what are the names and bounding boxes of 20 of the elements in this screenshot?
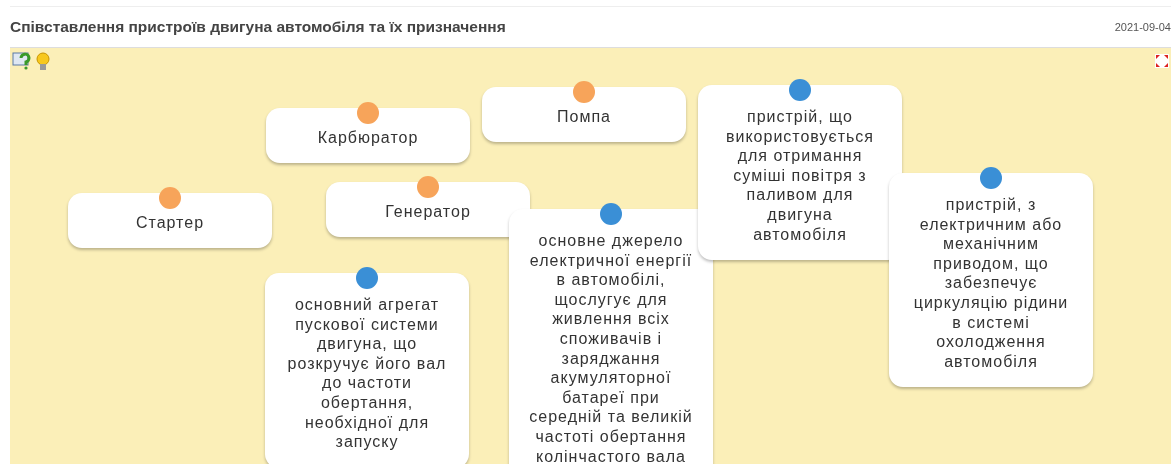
pin-icon — [573, 81, 595, 103]
lightbulb-icon[interactable] — [36, 52, 50, 72]
page-title: Співставлення пристроїв двигуна автомобіля та їх призначення — [10, 17, 506, 38]
term-card[interactable]: Генератор — [326, 182, 530, 237]
date: 2021-09-04 — [1114, 19, 1171, 35]
pin-icon — [980, 167, 1002, 189]
definition-card[interactable]: пристрій, з електричним або механічним приводом, що забезпечує циркуляцію рідини в системі охолодження автомобіля — [889, 173, 1093, 388]
definition-card[interactable]: основний агрегат пускової системи двигуна, що розкручує його вал до частоти обертання, необхідної для запуску — [265, 273, 469, 464]
pin-icon — [159, 187, 181, 209]
definition-card[interactable]: пристрій, що використовується для отримання суміші повітря з паливом для двигуна автомобіля — [698, 85, 902, 261]
pin-icon — [417, 176, 439, 198]
definition-card[interactable]: основне джерело електричної енергії в автомобілі, щослугує для живлення всіх споживачів і заряджання акумуляторної батареї при середній та великій частоті обертання колінчастого вала — [509, 209, 713, 464]
pin-icon — [600, 203, 622, 225]
term-card[interactable]: Стартер — [68, 193, 272, 248]
term-card[interactable]: Помпа — [482, 87, 686, 142]
pin-icon — [789, 79, 811, 101]
fullscreen-icon[interactable] — [1155, 54, 1169, 68]
term-card[interactable]: Карбюратор — [266, 108, 470, 163]
pin-icon — [356, 267, 378, 289]
pin-icon — [357, 102, 379, 124]
